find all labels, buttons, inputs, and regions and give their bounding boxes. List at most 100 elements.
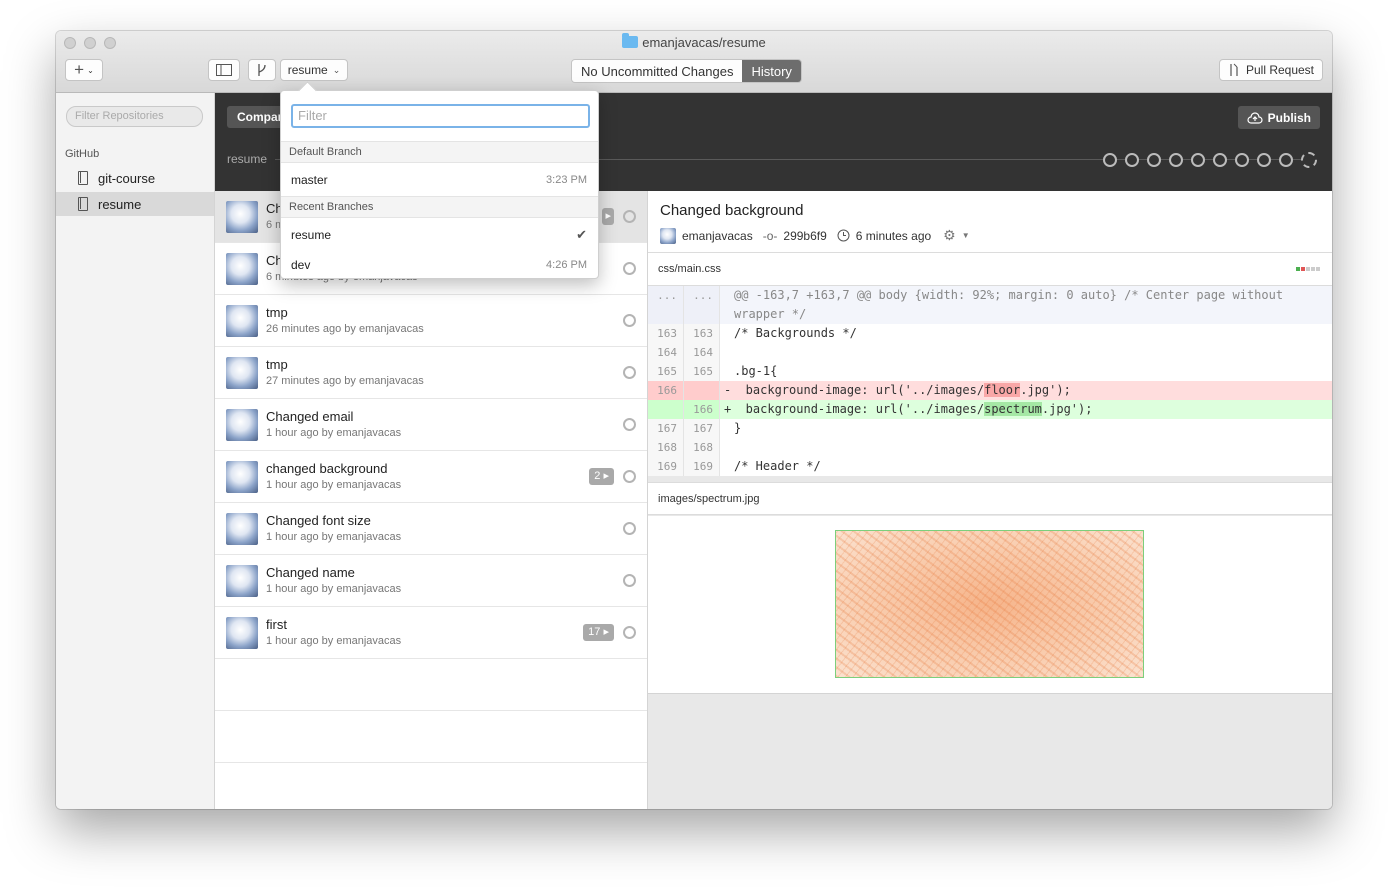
revert-commit-icon[interactable] (623, 314, 636, 327)
recent-branches-header: Recent Branches (281, 196, 598, 218)
branch-selector-label: resume (287, 63, 328, 77)
line-number-old: ... (648, 286, 684, 324)
checkmark-icon: ✔ (576, 227, 587, 242)
diff-code: /* Header */ (734, 459, 821, 473)
avatar (226, 461, 258, 493)
commit-meta: 1 hour ago by emanjavacas (266, 583, 402, 595)
timeline-commit-node[interactable] (1191, 153, 1205, 167)
diff-view: ... ... @@ -163,7 +163,7 @@ body {width:… (648, 286, 1332, 476)
line-number-old: 165 (648, 362, 684, 381)
file-header-spectrum-jpg[interactable]: images/spectrum.jpg (648, 482, 1332, 515)
commit-meta: 1 hour ago by emanjavacas (266, 427, 402, 439)
revert-commit-icon[interactable] (623, 366, 636, 379)
window-title: emanjavacas/resume (56, 33, 1332, 50)
avatar (226, 357, 258, 389)
revert-commit-icon[interactable] (623, 470, 636, 483)
diff-line: 169 169 /* Header */ (648, 457, 1332, 476)
branch-icon-button[interactable] (248, 59, 276, 81)
gear-icon[interactable]: ⚙ (943, 227, 956, 244)
commit-badge[interactable]: ▸ (602, 208, 614, 225)
revert-commit-icon[interactable] (623, 262, 636, 275)
empty-row (215, 659, 647, 711)
sidebar-item-git-course[interactable]: git-course (56, 166, 214, 190)
avatar (226, 409, 258, 441)
commit-meta: 1 hour ago by emanjavacas (266, 635, 402, 647)
timeline-commit-node[interactable] (1257, 153, 1271, 167)
avatar (226, 513, 258, 545)
commit-row[interactable]: first 1 hour ago by emanjavacas 17 ▸ (215, 607, 647, 659)
commit-detail-pane: Changed background emanjavacas -o- 299b6… (648, 191, 1332, 809)
commit-row[interactable]: Changed email 1 hour ago by emanjavacas (215, 399, 647, 451)
commit-tag-badge[interactable]: 2 ▸ (589, 468, 614, 485)
commit-title: Changed font size (266, 513, 371, 528)
publish-button[interactable]: Publish (1237, 106, 1320, 129)
diff-text: .jpg'); (1020, 383, 1071, 397)
branch-time: 4:26 PM (546, 259, 587, 271)
commit-row[interactable]: Changed font size 1 hour ago by emanjavac… (215, 503, 647, 555)
commit-title: Changed name (266, 565, 355, 580)
branch-name: master (291, 173, 328, 187)
commit-row[interactable]: Changed name 1 hour ago by emanjavacas (215, 555, 647, 607)
timeline-commit-node[interactable] (1103, 153, 1117, 167)
window-title-text: emanjavacas/resume (642, 35, 766, 50)
add-repo-button[interactable]: + ⌄ (65, 59, 103, 81)
line-number-old: 166 (648, 381, 684, 400)
diff-code: @@ -163,7 +163,7 @@ body {width: 92%; ma… (720, 286, 1332, 324)
chevron-down-icon[interactable]: ▼ (962, 231, 970, 240)
timeline-branch-name: resume (227, 152, 268, 166)
avatar (660, 227, 676, 244)
commit-row[interactable]: tmp 27 minutes ago by emanjavacas (215, 347, 647, 399)
revert-commit-icon[interactable] (623, 574, 636, 587)
line-number-new: 169 (684, 457, 720, 476)
branch-filter-input[interactable]: Filter (291, 104, 590, 128)
file-name: images/spectrum.jpg (658, 493, 760, 505)
diff-line-added: 166 + background-image: url('../images/sp… (648, 400, 1332, 419)
timeline-commit-node[interactable] (1147, 153, 1161, 167)
revert-commit-icon[interactable] (623, 626, 636, 639)
repo-label: resume (98, 196, 142, 212)
no-uncommitted-changes-tab[interactable]: No Uncommitted Changes (572, 60, 743, 82)
file-header-main-css[interactable]: css/main.css (648, 253, 1332, 286)
avatar (226, 305, 258, 337)
revert-commit-icon[interactable] (623, 418, 636, 431)
revert-commit-icon[interactable] (623, 522, 636, 535)
diff-code (720, 438, 1332, 457)
timeline-commit-node[interactable] (1235, 153, 1249, 167)
timeline-uncommitted-node[interactable] (1301, 152, 1317, 168)
line-number-new: 165 (684, 362, 720, 381)
timeline-commit-node[interactable] (1213, 153, 1227, 167)
commit-tag-badge[interactable]: 17 ▸ (583, 624, 614, 641)
commit-meta: 1 hour ago by emanjavacas (266, 531, 402, 543)
line-number-new (684, 381, 720, 400)
diff-code: } (734, 421, 742, 435)
branch-item-resume[interactable]: resume ✔ (281, 220, 598, 250)
timeline-commit-node[interactable] (1125, 153, 1139, 167)
timeline-commit-node[interactable] (1279, 153, 1293, 167)
sidebar-item-resume[interactable]: resume (56, 192, 214, 216)
history-tab[interactable]: History (742, 60, 801, 82)
revert-commit-icon[interactable] (623, 210, 636, 223)
toggle-sidebar-button[interactable] (208, 59, 240, 81)
line-number-old: 167 (648, 419, 684, 438)
commit-sha-icon: -o- (762, 228, 778, 243)
branch-item-master[interactable]: master 3:23 PM (281, 165, 598, 195)
app-window: emanjavacas/resume + ⌄ resume ⌄ No Uncommi… (56, 31, 1332, 809)
diffstat-icon (1296, 267, 1320, 271)
pull-request-button[interactable]: Pull Request (1219, 59, 1323, 81)
diff-line: 163 163 /* Backgrounds */ (648, 324, 1332, 343)
branch-item-dev[interactable]: dev 4:26 PM (281, 250, 598, 280)
commit-row[interactable]: tmp 26 minutes ago by emanjavacas (215, 295, 647, 347)
clock-icon (837, 229, 850, 242)
repo-icon (78, 197, 88, 211)
commit-title: first (266, 617, 287, 632)
line-number-old: 163 (648, 324, 684, 343)
commit-row[interactable]: changed background 1 hour ago by emanjava… (215, 451, 647, 503)
commit-title: Changed email (266, 409, 354, 424)
filter-repositories-input[interactable]: Filter Repositories (66, 106, 203, 127)
pull-request-label: Pull Request (1245, 63, 1315, 77)
diff-code: /* Backgrounds */ (734, 326, 857, 340)
empty-row (215, 711, 647, 763)
repository-sidebar: Filter Repositories GitHub git-course re… (56, 93, 215, 809)
branch-selector-button[interactable]: resume ⌄ (280, 59, 348, 81)
timeline-commit-node[interactable] (1169, 153, 1183, 167)
